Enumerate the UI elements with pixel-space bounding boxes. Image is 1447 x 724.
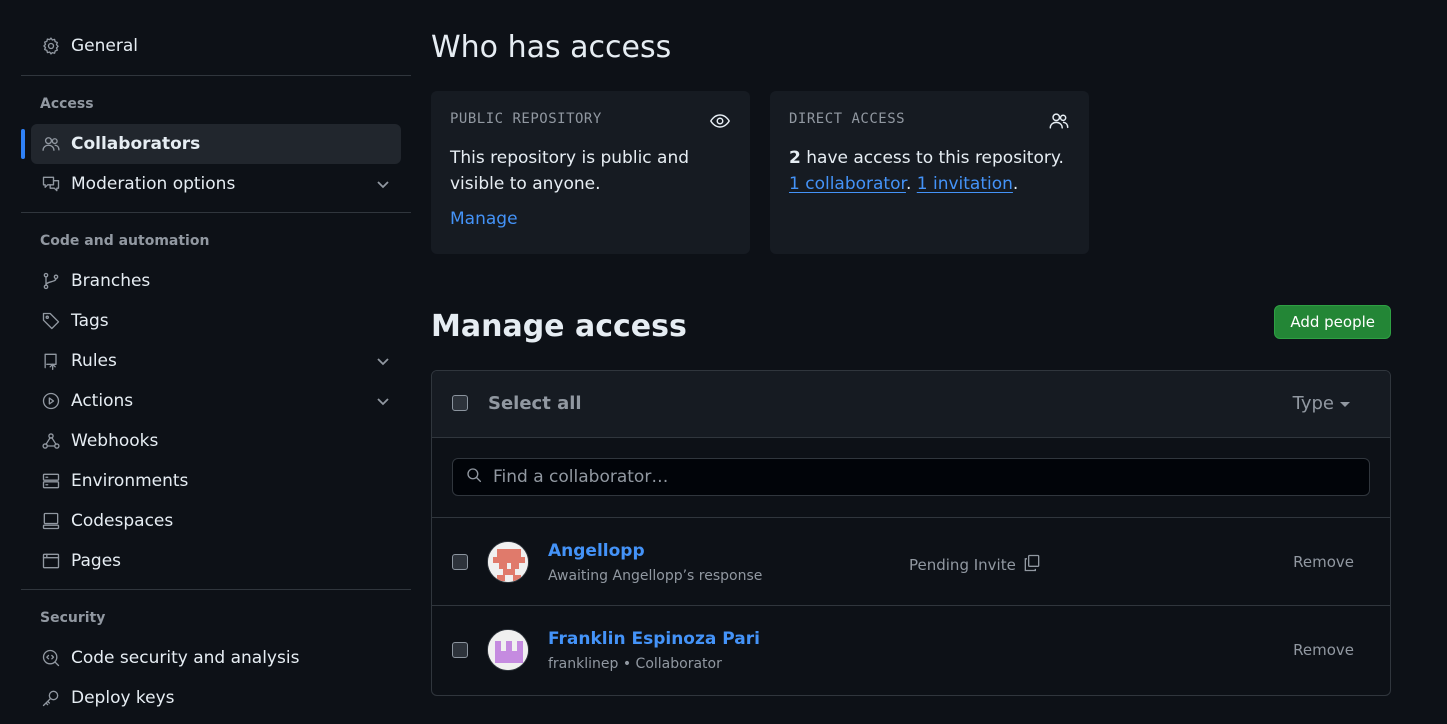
collaborator-link[interactable]: 1 collaborator	[789, 174, 906, 194]
avatar[interactable]	[487, 629, 529, 671]
card-body: This repository is public and visible to…	[450, 148, 690, 194]
sidebar-item-pages[interactable]: Pages	[21, 541, 411, 581]
play-icon	[40, 390, 62, 412]
select-all-label: Select all	[488, 393, 582, 414]
manage-access-title: Manage access	[431, 309, 687, 344]
key-icon	[40, 687, 62, 709]
separator: .	[905, 174, 917, 194]
codescan-icon	[40, 647, 62, 669]
sidebar-divider	[21, 75, 411, 76]
sidebar-item-label: Rules	[71, 351, 117, 371]
sidebar-item-label: Collaborators	[71, 134, 201, 154]
collaborator-subtext: franklinep • Collaborator	[548, 656, 722, 672]
collaborator-subtext: Awaiting Angellopp’s response	[548, 568, 763, 584]
sidebar-item-general[interactable]: General	[21, 26, 411, 66]
tag-icon	[40, 310, 62, 332]
remove-button[interactable]: Remove	[1293, 553, 1354, 571]
sidebar-item-codespaces[interactable]: Codespaces	[21, 501, 411, 541]
direct-access-card: DIRECT ACCESS 2 have access to this repo…	[770, 91, 1089, 254]
page-title: Who has access	[431, 30, 672, 65]
type-filter-label: Type	[1292, 393, 1334, 414]
sidebar-item-label: Webhooks	[71, 431, 159, 451]
select-all-checkbox[interactable]	[452, 395, 468, 411]
public-repository-card: PUBLIC REPOSITORY This repository is pub…	[431, 91, 750, 254]
access-text: have access to this repository.	[800, 148, 1064, 168]
browser-icon	[40, 550, 62, 572]
collaborator-name[interactable]: Angellopp	[548, 541, 645, 561]
row-checkbox[interactable]	[452, 554, 468, 570]
codespaces-icon	[40, 510, 62, 532]
sidebar-divider	[21, 589, 411, 590]
sidebar-item-label: Environments	[71, 471, 189, 491]
chevron-down-icon[interactable]	[375, 353, 391, 369]
invitation-link[interactable]: 1 invitation	[917, 174, 1013, 194]
sidebar-item-label: Moderation options	[71, 174, 236, 194]
pending-invite-status: Pending Invite	[909, 553, 1042, 577]
caret-down-icon	[1340, 402, 1350, 407]
collaborator-name[interactable]: Franklin Espinoza Pari	[548, 629, 760, 649]
row-checkbox[interactable]	[452, 642, 468, 658]
search-section	[432, 438, 1390, 518]
sidebar-item-tags[interactable]: Tags	[21, 301, 411, 341]
manage-link[interactable]: Manage	[450, 209, 518, 229]
sidebar-item-label: General	[71, 36, 138, 56]
sidebar-item-code-security[interactable]: Code security and analysis	[21, 638, 411, 678]
server-icon	[40, 470, 62, 492]
sidebar-item-label: Branches	[71, 271, 151, 291]
git-branch-icon	[40, 270, 62, 292]
search-input[interactable]	[493, 460, 1369, 494]
avatar[interactable]	[487, 541, 529, 583]
table-row: Angellopp Awaiting Angellopp’s response …	[432, 518, 1390, 606]
sidebar-item-label: Pages	[71, 551, 122, 571]
remove-button[interactable]: Remove	[1293, 641, 1354, 659]
sidebar-item-label: Tags	[71, 311, 109, 331]
access-count: 2	[789, 148, 801, 168]
sidebar-item-label: Code security and analysis	[71, 648, 300, 668]
card-body: 2 have access to this repository. 1 coll…	[789, 145, 1070, 197]
sidebar-item-label: Codespaces	[71, 511, 174, 531]
eye-icon	[709, 110, 731, 132]
add-people-button[interactable]: Add people	[1274, 305, 1391, 339]
settings-sidebar: General Access Collaborators Moderation …	[21, 26, 411, 718]
table-row: Franklin Espinoza Pari franklinep • Coll…	[432, 606, 1390, 694]
sidebar-item-moderation-options[interactable]: Moderation options	[21, 164, 411, 204]
sidebar-item-collaborators[interactable]: Collaborators	[21, 124, 401, 164]
sidebar-divider	[21, 212, 411, 213]
sidebar-item-webhooks[interactable]: Webhooks	[21, 421, 411, 461]
settings-page: General Access Collaborators Moderation …	[0, 0, 1447, 724]
card-title: PUBLIC REPOSITORY	[450, 111, 602, 127]
sidebar-item-branches[interactable]: Branches	[21, 261, 411, 301]
sidebar-item-deploy-keys[interactable]: Deploy keys	[21, 678, 411, 718]
search-icon	[465, 466, 483, 488]
webhook-icon	[40, 430, 62, 452]
people-icon	[40, 133, 62, 155]
chevron-down-icon[interactable]	[375, 393, 391, 409]
people-icon	[1048, 110, 1070, 132]
sidebar-item-actions[interactable]: Actions	[21, 381, 411, 421]
chevron-down-icon[interactable]	[375, 176, 391, 192]
sidebar-item-label: Deploy keys	[71, 688, 175, 708]
card-title: DIRECT ACCESS	[789, 111, 906, 127]
copy-icon[interactable]	[1022, 553, 1042, 577]
collaborators-table: Select all Type Find a collaborator… Ang…	[431, 370, 1391, 696]
search-box	[452, 458, 1370, 496]
section-heading-access: Access	[40, 96, 94, 112]
sidebar-item-label: Actions	[71, 391, 134, 411]
section-heading-security: Security	[40, 610, 106, 626]
section-heading-code-automation: Code and automation	[40, 233, 210, 249]
table-header: Select all Type	[432, 371, 1390, 438]
active-indicator	[21, 129, 25, 159]
sidebar-item-rules[interactable]: Rules	[21, 341, 411, 381]
sidebar-item-environments[interactable]: Environments	[21, 461, 411, 501]
comment-discussion-icon	[40, 173, 62, 195]
period: .	[1012, 174, 1019, 194]
type-filter-dropdown[interactable]: Type	[1293, 393, 1350, 414]
pending-invite-label: Pending Invite	[909, 556, 1016, 574]
repo-push-icon	[40, 350, 62, 372]
gear-icon	[40, 35, 62, 57]
